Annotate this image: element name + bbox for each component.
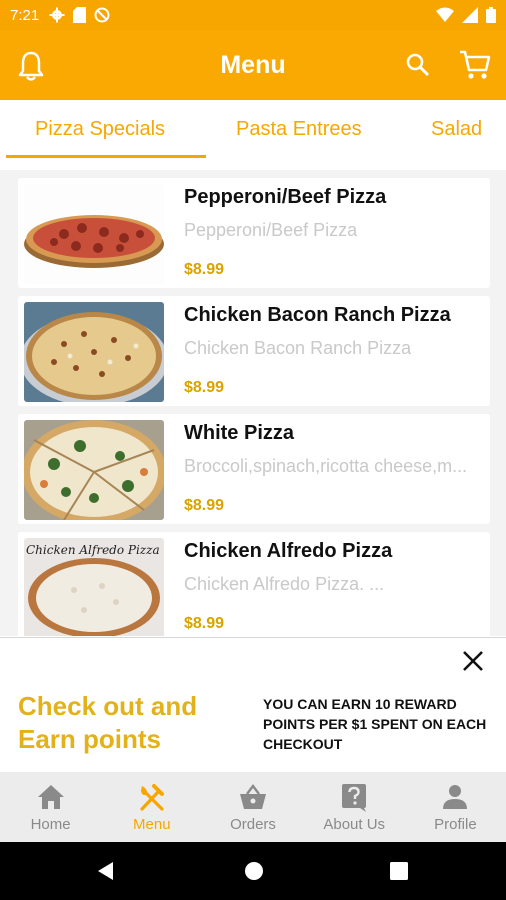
item-price: $8.99 bbox=[184, 261, 225, 278]
item-description: Pepperoni/Beef Pizza bbox=[184, 220, 358, 240]
promo-headline-line-2: Earn points bbox=[18, 724, 162, 754]
item-name: White Pizza bbox=[184, 422, 295, 444]
item-price: $8.99 bbox=[184, 379, 225, 396]
page-title: Menu bbox=[220, 50, 286, 79]
rewards-promo-banner: Check out and Earn points YOU CAN EARN 1… bbox=[0, 637, 506, 772]
bell-icon bbox=[18, 51, 44, 81]
item-price: $8.99 bbox=[184, 615, 225, 632]
nav-menu-label: Menu bbox=[133, 815, 171, 833]
item-description: Broccoli,spinach,ricotta cheese,m... bbox=[184, 456, 468, 476]
sd-card-icon bbox=[73, 7, 87, 23]
tab-pasta-entrees[interactable]: Pasta Entrees bbox=[236, 100, 362, 158]
nav-profile[interactable]: Profile bbox=[405, 772, 506, 842]
app-bar: Menu bbox=[0, 30, 506, 100]
recents-icon[interactable] bbox=[390, 862, 408, 880]
notifications-button[interactable] bbox=[16, 50, 46, 82]
status-bar: 7:21 bbox=[0, 0, 506, 30]
tab-indicator bbox=[6, 155, 206, 158]
close-promo-button[interactable] bbox=[460, 648, 486, 674]
signal-icon bbox=[462, 7, 478, 23]
menu-list[interactable]: Pepperoni/Beef Pizza Pepperoni/Beef Pizz… bbox=[0, 170, 506, 636]
menu-item-card[interactable]: Chicken Alfredo Pizza Chicken Alfredo Pi… bbox=[18, 532, 490, 636]
menu-item-card[interactable]: Chicken Bacon Ranch Pizza Chicken Bacon … bbox=[18, 296, 490, 406]
promo-headline: Check out and Earn points bbox=[18, 690, 238, 756]
nav-profile-label: Profile bbox=[434, 815, 477, 833]
basket-icon bbox=[240, 783, 266, 809]
item-price: $8.99 bbox=[184, 497, 225, 514]
home-circle-icon[interactable] bbox=[244, 861, 264, 881]
nav-orders-label: Orders bbox=[230, 815, 276, 833]
promo-headline-line-1: Check out and bbox=[18, 691, 198, 721]
fork-knife-icon bbox=[140, 783, 164, 811]
question-icon bbox=[342, 783, 367, 812]
tab-salad[interactable]: Salad bbox=[431, 100, 482, 158]
menu-item-card[interactable]: White Pizza Broccoli,spinach,ricotta che… bbox=[18, 414, 490, 524]
promo-text: YOU CAN EARN 10 REWARD POINTS PER $1 SPE… bbox=[263, 696, 487, 752]
search-button[interactable] bbox=[405, 52, 431, 78]
status-time: 7:21 bbox=[10, 6, 40, 24]
cart-icon bbox=[460, 50, 491, 79]
item-name: Chicken Bacon Ranch Pizza bbox=[184, 304, 451, 326]
category-tabs: Pizza Specials Pasta Entrees Salad bbox=[0, 100, 506, 160]
system-navigation-bar bbox=[0, 842, 506, 900]
nav-home[interactable]: Home bbox=[0, 772, 101, 842]
nav-home-label: Home bbox=[30, 815, 71, 833]
nav-menu[interactable]: Menu bbox=[101, 772, 202, 842]
settings-icon bbox=[49, 7, 65, 23]
menu-item-card[interactable]: Pepperoni/Beef Pizza Pepperoni/Beef Pizz… bbox=[18, 178, 490, 288]
back-icon[interactable] bbox=[96, 861, 116, 881]
tab-pizza-specials[interactable]: Pizza Specials bbox=[35, 100, 165, 158]
cart-button[interactable] bbox=[458, 48, 492, 82]
item-description: Chicken Alfredo Pizza. ... bbox=[184, 574, 385, 594]
chicken-bacon-ranch-pizza-image bbox=[24, 302, 164, 402]
pepperoni-pizza-image bbox=[24, 184, 164, 284]
nav-orders[interactable]: Orders bbox=[202, 772, 303, 842]
do-not-disturb-icon bbox=[94, 7, 110, 23]
wifi-icon bbox=[436, 7, 454, 22]
nav-about-us[interactable]: About Us bbox=[304, 772, 405, 842]
person-icon bbox=[443, 784, 468, 809]
home-icon bbox=[37, 784, 64, 809]
image-caption: Chicken Alfredo Pizza bbox=[26, 543, 160, 557]
close-icon bbox=[463, 651, 483, 671]
white-pizza-image bbox=[24, 420, 164, 520]
nav-about-us-label: About Us bbox=[323, 815, 386, 833]
chicken-alfredo-pizza-image: Chicken Alfredo Pizza bbox=[24, 538, 164, 636]
item-name: Chicken Alfredo Pizza bbox=[184, 540, 393, 562]
search-icon bbox=[406, 53, 430, 77]
bottom-nav: Home Menu Orders About Us Profile bbox=[0, 772, 506, 842]
battery-icon bbox=[486, 7, 496, 23]
item-name: Pepperoni/Beef Pizza bbox=[184, 186, 387, 208]
item-description: Chicken Bacon Ranch Pizza bbox=[184, 338, 412, 358]
